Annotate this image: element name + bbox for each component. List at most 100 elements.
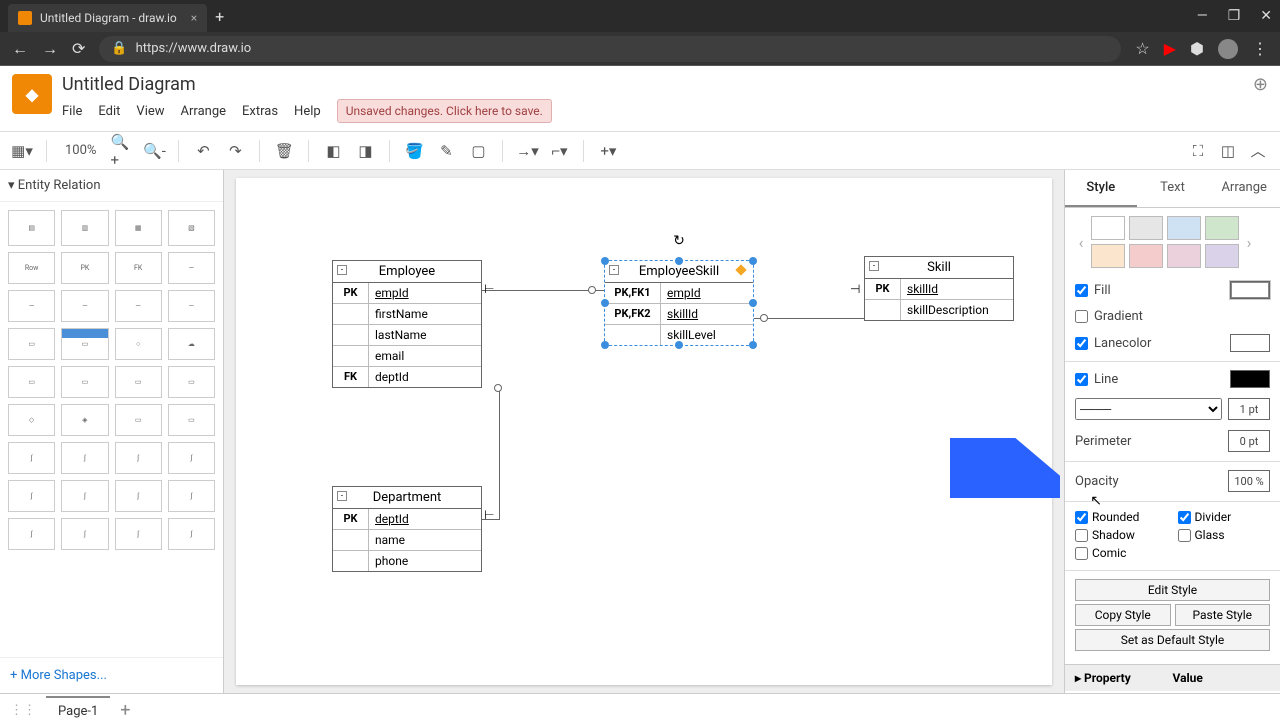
- fullscreen-icon[interactable]: ⛶: [1186, 139, 1210, 163]
- star-icon[interactable]: ☆: [1135, 39, 1149, 58]
- browser-tab[interactable]: Untitled Diagram - draw.io ×: [8, 4, 207, 32]
- shape-titlebox[interactable]: ▭: [61, 328, 108, 360]
- paste-style-button[interactable]: Paste Style: [1175, 604, 1271, 626]
- connector-emp-empskill[interactable]: [482, 290, 604, 291]
- shape-13[interactable]: ▭: [115, 404, 162, 436]
- connection-icon[interactable]: →▾: [515, 139, 539, 163]
- menu-help[interactable]: Help: [294, 104, 321, 119]
- shape-line7[interactable]: ∫: [115, 480, 162, 512]
- shape-attr[interactable]: —: [168, 252, 215, 284]
- shape-line12[interactable]: ∫: [168, 518, 215, 550]
- zoom-in-icon[interactable]: 🔍+: [110, 139, 134, 163]
- collapse-icon[interactable]: ︿: [1246, 139, 1270, 163]
- zoom-level[interactable]: 100%: [59, 143, 102, 158]
- extension-icon[interactable]: ⬢: [1190, 39, 1204, 58]
- swatch-1[interactable]: [1129, 216, 1163, 240]
- shape-line11[interactable]: ∫: [115, 518, 162, 550]
- url-bar[interactable]: 🔒 https://www.draw.io: [99, 36, 1121, 62]
- shape-line4[interactable]: ∫: [168, 442, 215, 474]
- line-checkbox[interactable]: [1075, 373, 1088, 386]
- to-back-icon[interactable]: ◨: [353, 139, 377, 163]
- reload-icon[interactable]: ⟳: [72, 39, 85, 58]
- shape-line10[interactable]: ∫: [61, 518, 108, 550]
- rotate-handle-icon[interactable]: ↻: [673, 233, 685, 249]
- shape-row[interactable]: Row: [8, 252, 55, 284]
- tab-arrange[interactable]: Arrange: [1208, 170, 1280, 207]
- forward-icon[interactable]: →: [42, 39, 58, 59]
- line-width-input[interactable]: 1 pt: [1228, 398, 1270, 420]
- back-icon[interactable]: ←: [12, 39, 28, 59]
- swatch-2[interactable]: [1167, 216, 1201, 240]
- shape-fk[interactable]: FK: [115, 252, 162, 284]
- shape-14[interactable]: ▭: [168, 404, 215, 436]
- canvas[interactable]: -Employee PKempId firstName lastName ema…: [236, 178, 1052, 685]
- shape-8[interactable]: —: [168, 290, 215, 322]
- shape-line8[interactable]: ∫: [168, 480, 215, 512]
- maximize-icon[interactable]: ❐: [1228, 8, 1241, 24]
- menu-arrange[interactable]: Arrange: [181, 104, 226, 119]
- entity-skill[interactable]: -Skill PKskillId skillDescription: [864, 256, 1014, 321]
- zoom-out-icon[interactable]: 🔍-: [142, 139, 166, 163]
- shape-line6[interactable]: ∫: [61, 480, 108, 512]
- language-icon[interactable]: ⊕: [1253, 74, 1268, 95]
- menu-edit[interactable]: Edit: [98, 104, 120, 119]
- shape-box[interactable]: ▭: [8, 328, 55, 360]
- delete-icon[interactable]: 🗑: [272, 139, 296, 163]
- connector-empskill-skill[interactable]: [754, 318, 864, 319]
- rounded-checkbox[interactable]: [1075, 511, 1088, 524]
- add-icon[interactable]: +▾: [596, 139, 620, 163]
- swatch-3[interactable]: [1205, 216, 1239, 240]
- glass-checkbox[interactable]: [1178, 529, 1191, 542]
- shape-table4[interactable]: ▧: [168, 210, 215, 246]
- tab-text[interactable]: Text: [1137, 170, 1209, 207]
- shape-7[interactable]: —: [115, 290, 162, 322]
- add-page-button[interactable]: +: [120, 700, 130, 721]
- divider-checkbox[interactable]: [1178, 511, 1191, 524]
- to-front-icon[interactable]: ◧: [321, 139, 345, 163]
- tab-style[interactable]: Style: [1065, 170, 1137, 207]
- shadow-checkbox[interactable]: [1075, 529, 1088, 542]
- lanecolor-button[interactable]: [1230, 334, 1270, 352]
- entity-department[interactable]: -Department PKdeptId name phone: [332, 486, 482, 572]
- document-title[interactable]: Untitled Diagram: [62, 74, 1243, 95]
- line-style-select[interactable]: ────: [1075, 398, 1222, 420]
- avatar[interactable]: [1218, 39, 1238, 59]
- property-table-header[interactable]: ▸ Property Value: [1065, 664, 1280, 691]
- new-tab-button[interactable]: +: [215, 7, 224, 26]
- lanecolor-checkbox[interactable]: [1075, 337, 1088, 350]
- shape-line1[interactable]: ∫: [8, 442, 55, 474]
- shape-10[interactable]: ▭: [61, 366, 108, 398]
- swatch-7[interactable]: [1205, 244, 1239, 268]
- youtube-icon[interactable]: ▶: [1164, 39, 1176, 58]
- shape-5[interactable]: —: [8, 290, 55, 322]
- unsaved-banner[interactable]: Unsaved changes. Click here to save.: [337, 99, 552, 123]
- shape-diamond[interactable]: ◇: [8, 404, 55, 436]
- fill-color-icon[interactable]: 🪣: [402, 139, 426, 163]
- menu-file[interactable]: File: [62, 104, 82, 119]
- close-icon[interactable]: ✕: [1260, 8, 1272, 24]
- fill-checkbox[interactable]: [1075, 284, 1088, 297]
- shape-diamond2[interactable]: ◈: [61, 404, 108, 436]
- kebab-icon[interactable]: ⋮: [1252, 39, 1268, 58]
- waypoint-icon[interactable]: ⌐▾: [547, 139, 571, 163]
- shape-line3[interactable]: ∫: [115, 442, 162, 474]
- shape-table1[interactable]: ▤: [8, 210, 55, 246]
- format-panel-icon[interactable]: ◫: [1216, 139, 1240, 163]
- page-view-button[interactable]: ▦▾: [10, 139, 34, 163]
- redo-icon[interactable]: ↷: [223, 139, 247, 163]
- edit-style-button[interactable]: Edit Style: [1075, 579, 1270, 601]
- swatch-6[interactable]: [1167, 244, 1201, 268]
- gradient-checkbox[interactable]: [1075, 310, 1088, 323]
- page-tab[interactable]: Page-1: [46, 696, 110, 725]
- swatch-0[interactable]: [1091, 216, 1125, 240]
- swatch-prev-icon[interactable]: ‹: [1075, 233, 1087, 252]
- line-color-icon[interactable]: ✎: [434, 139, 458, 163]
- copy-style-button[interactable]: Copy Style: [1075, 604, 1171, 626]
- shadow-icon[interactable]: ▢: [466, 139, 490, 163]
- palette-header[interactable]: ▾ Entity Relation: [0, 170, 223, 202]
- shape-line9[interactable]: ∫: [8, 518, 55, 550]
- shape-table3[interactable]: ▦: [115, 210, 162, 246]
- shape-line2[interactable]: ∫: [61, 442, 108, 474]
- set-default-style-button[interactable]: Set as Default Style: [1075, 629, 1270, 651]
- entity-employeeskill[interactable]: ↻ -EmployeeSkill PK,FK1empId PK,FK2skill…: [604, 260, 754, 346]
